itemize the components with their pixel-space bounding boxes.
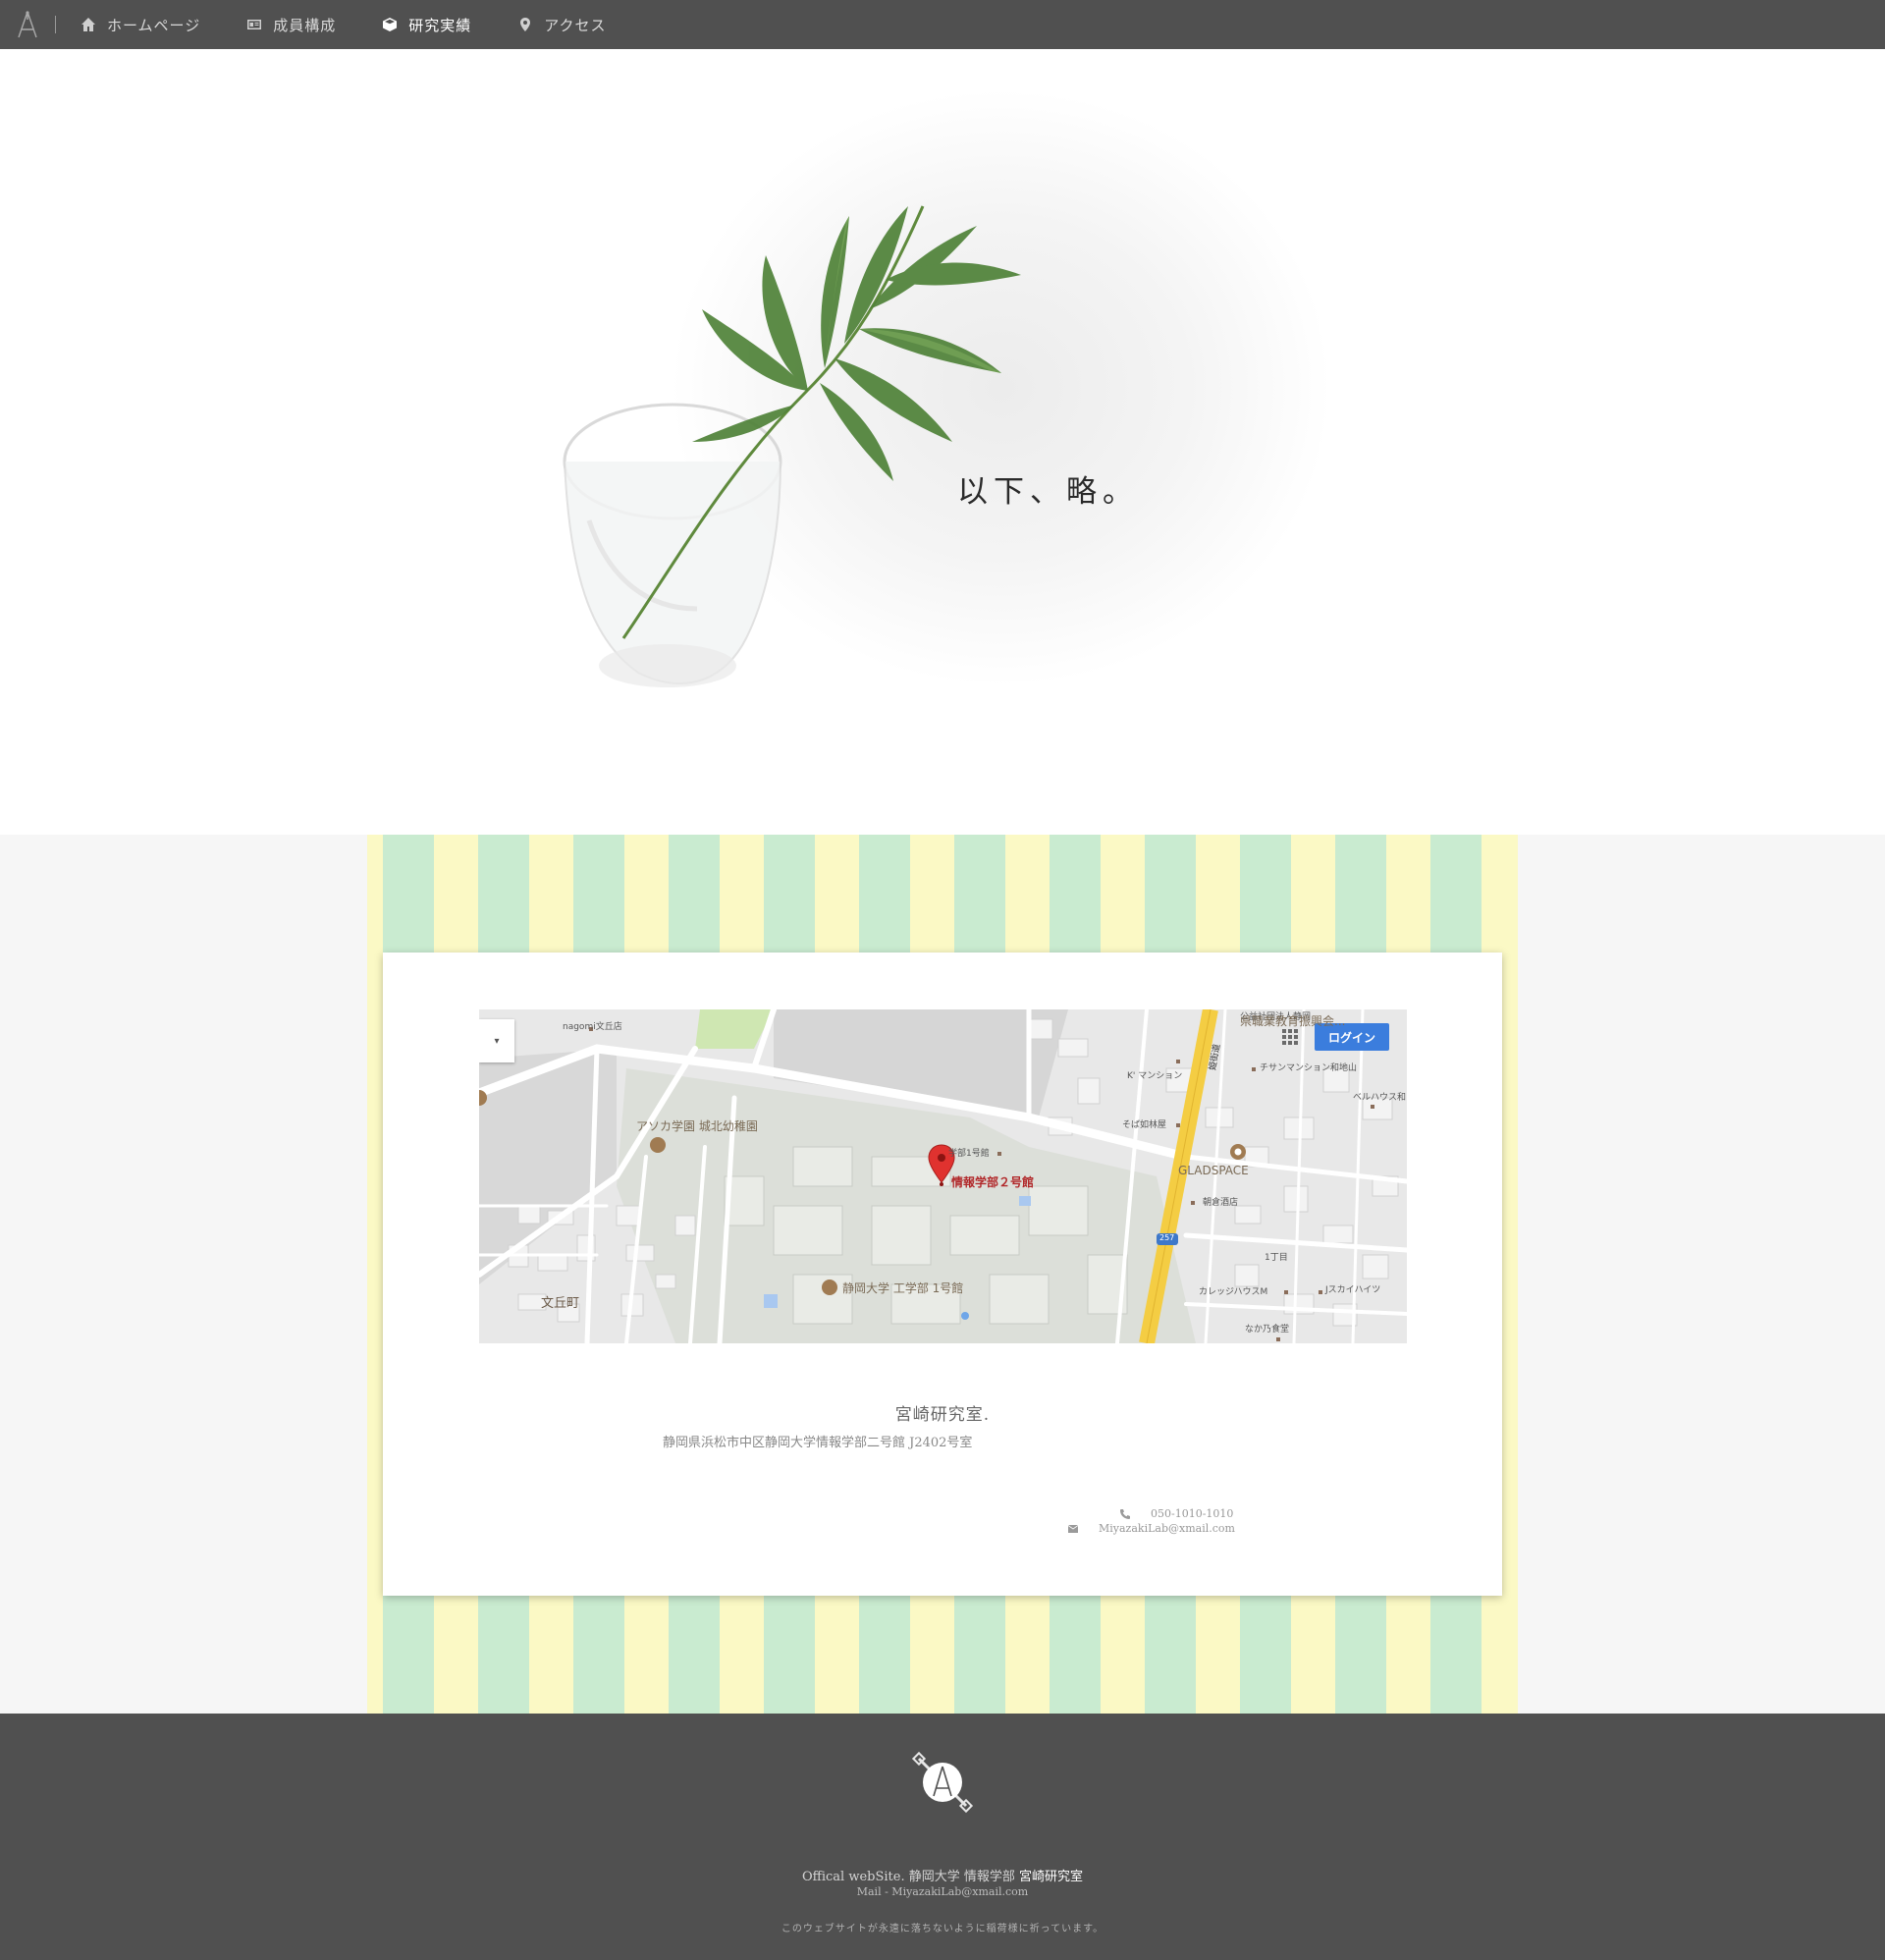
lab-address: 静岡県浜松市中区静岡大学情報学部二号館 J2402号室	[663, 1436, 973, 1450]
hero-section: 以下、略。	[0, 49, 1885, 835]
cube-icon	[381, 17, 399, 32]
google-map[interactable]: ▾ ログイン nagomi文丘店 公益社団法人静岡 県職業教育振興会... K'…	[479, 1009, 1407, 1343]
nav-item-home[interactable]: ホームページ	[80, 15, 200, 35]
map-label: Jスカイハイツ	[1325, 1285, 1381, 1295]
footer: Offical webSite. 静岡大学 情報学部 宮崎研究室 Mail - …	[0, 1714, 1885, 1960]
map-label: 静岡大学 工学部 1号館	[842, 1281, 964, 1295]
apps-grid-icon[interactable]	[1282, 1029, 1298, 1045]
map-marker-icon	[516, 17, 534, 32]
map-label: なか乃食堂	[1245, 1325, 1290, 1334]
nav-item-research[interactable]: 研究実績	[381, 15, 471, 35]
map-label: 学部1号館	[948, 1149, 990, 1159]
top-navbar: ホームページ 成員構成 研究実績 アクセス	[0, 0, 1885, 49]
footer-note: このウェブサイトが永遠に落ちないように稲荷様に祈っています。	[781, 1924, 1104, 1934]
home-icon	[80, 17, 97, 32]
lab-name: 宮崎研究室.	[894, 1405, 991, 1425]
map-label: チサンマンション和地山	[1260, 1063, 1358, 1073]
phone-contact: 050-1010-1010	[1119, 1507, 1233, 1520]
email-address[interactable]: MiyazakiLab@xmail.com	[1099, 1522, 1235, 1535]
route-number-label: 257	[1159, 1233, 1175, 1242]
access-card: ▾ ログイン nagomi文丘店 公益社団法人静岡 県職業教育振興会... K'…	[383, 953, 1502, 1596]
nav-item-label: アクセス	[544, 16, 607, 34]
footer-site-title: Offical webSite. 静岡大学 情報学部 宮崎研究室	[0, 1866, 1885, 1884]
palm-leaf-glass-illustration	[563, 205, 1021, 687]
map-type-dropdown[interactable]: ▾	[479, 1019, 514, 1062]
footer-mail: Mail - MiyazakiLab@xmail.com	[856, 1885, 1029, 1898]
map-label: nagomi文丘店	[563, 1022, 622, 1032]
nav-separator	[55, 16, 56, 33]
phone-icon	[1119, 1508, 1133, 1520]
map-label: カレッジハウスM	[1199, 1287, 1268, 1297]
map-label: 朝倉酒店	[1203, 1198, 1239, 1208]
phone-number[interactable]: 050-1010-1010	[1151, 1507, 1233, 1520]
id-card-icon	[245, 17, 263, 32]
map-label: ベルハウス和	[1353, 1093, 1407, 1103]
map-label: 1丁目	[1265, 1253, 1288, 1263]
footer-lab-name: 宮崎研究室	[1019, 1870, 1084, 1884]
map-label: K' マンション	[1127, 1071, 1183, 1081]
nav-item-label: 成員構成	[273, 16, 337, 34]
email-contact: MiyazakiLab@xmail.com	[1067, 1522, 1235, 1535]
map-label: 県職業教育振興会...	[1240, 1014, 1346, 1028]
site-logo-icon[interactable]	[0, 0, 55, 49]
nav-item-label: 研究実績	[408, 16, 472, 34]
map-destination-label: 情報学部２号館	[951, 1175, 1035, 1189]
nav-item-members[interactable]: 成員構成	[245, 15, 336, 35]
footer-logo-icon	[911, 1751, 974, 1814]
nav-item-access[interactable]: アクセス	[516, 15, 606, 35]
footer-site-prefix: Offical webSite. 静岡大学 情報学部	[801, 1870, 1015, 1884]
envelope-icon	[1067, 1523, 1081, 1535]
map-label: GLADSPACE	[1178, 1164, 1249, 1177]
hero-title: 以下、略。	[957, 474, 1139, 510]
map-label: 文丘町	[541, 1296, 580, 1311]
map-label: アソカ学園 城北幼稚園	[636, 1119, 758, 1133]
map-label: そば如林屋	[1122, 1120, 1167, 1130]
nav-item-label: ホームページ	[107, 16, 201, 34]
